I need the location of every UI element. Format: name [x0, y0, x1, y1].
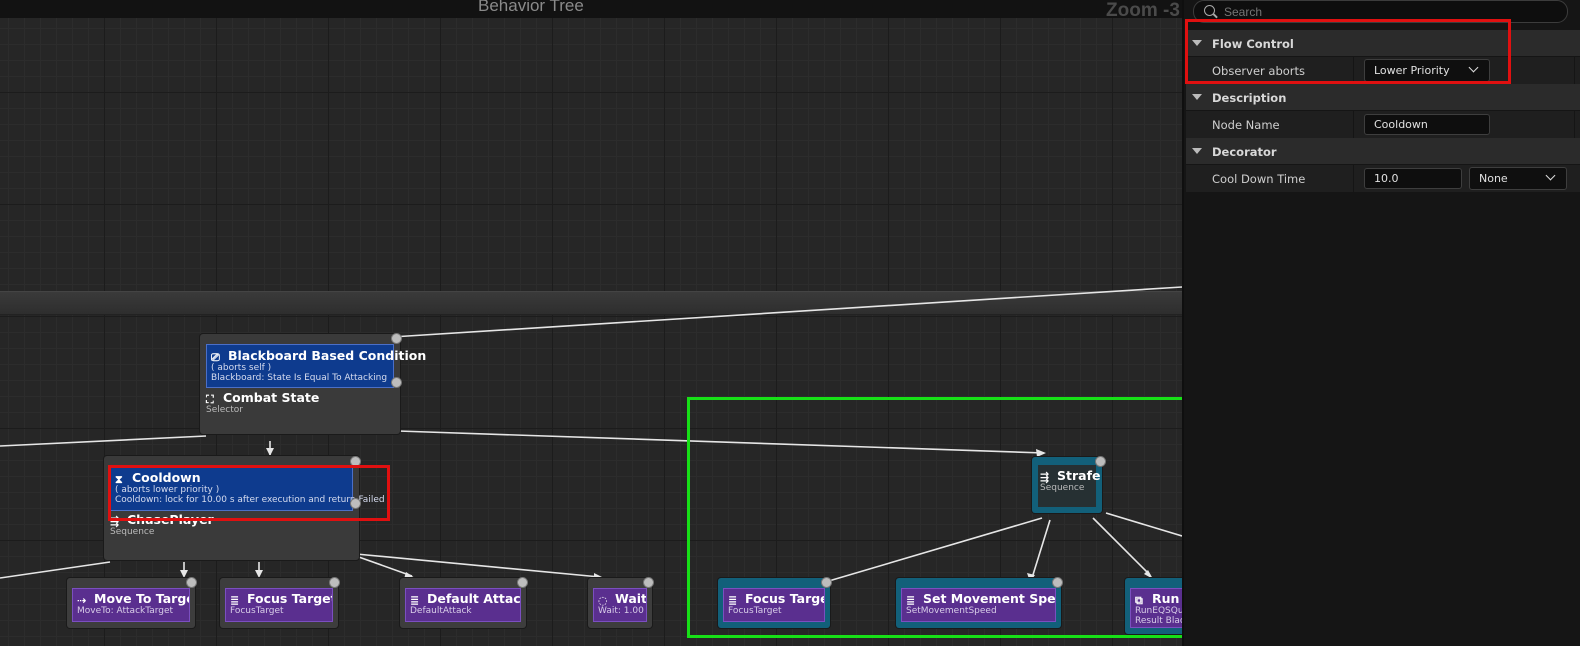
combat-state-node[interactable]: ⎚ Blackboard Based Condition ( aborts sel… — [200, 333, 426, 434]
category-description[interactable]: Description — [1186, 84, 1580, 110]
decorator-title: Blackboard Based Condition — [228, 348, 427, 363]
blackboard-icon: ⎚ — [211, 351, 220, 364]
category-decorator[interactable]: Decorator — [1186, 138, 1580, 164]
decorator-index-pin — [391, 377, 402, 388]
column-divider — [1574, 57, 1575, 84]
task-node[interactable]: ≣ Focus Target FocusTarget — [220, 577, 340, 628]
category-label: Decorator — [1212, 145, 1277, 159]
wire-left-combat — [0, 435, 207, 447]
dropdown-value: None — [1479, 172, 1508, 185]
composite-type: Selector — [206, 405, 243, 415]
property-label: Node Name — [1212, 118, 1280, 132]
wait-icon: ◌ — [598, 594, 608, 606]
column-divider — [1353, 111, 1354, 138]
expand-arrow-icon — [1192, 94, 1202, 100]
task-icon: ≣ — [230, 594, 240, 606]
task-title: Move To Target — [94, 591, 189, 606]
property-cool-down-time: Cool Down Time 10.0 None — [1186, 165, 1580, 193]
field-value: 10.0 — [1374, 172, 1399, 185]
task-subtitle: DefaultAttack — [410, 606, 472, 616]
blackboard-condition-decorator[interactable]: ⎚ Blackboard Based Condition ( aborts sel… — [206, 344, 426, 388]
field-value: Cooldown — [1374, 118, 1428, 131]
node-name-field[interactable]: Cooldown — [1364, 114, 1490, 135]
expand-arrow-icon — [1192, 148, 1202, 154]
cool-down-key-dropdown[interactable]: None — [1469, 167, 1567, 190]
chevron-down-icon — [1545, 170, 1556, 181]
composite-body: ⛶ Combat State Selector — [206, 390, 394, 415]
task-title: Wait — [615, 591, 646, 606]
search-icon — [1204, 5, 1215, 16]
task-title: Focus Target — [247, 591, 332, 606]
arrow-head — [255, 570, 263, 578]
node-index-pin — [517, 577, 528, 588]
task-node[interactable]: ◌ Wait Wait: 1.00 s — [588, 577, 654, 628]
node-index-pin — [329, 577, 340, 588]
task-subtitle: FocusTarget — [230, 606, 284, 616]
highlight-flow-control — [1185, 19, 1511, 84]
column-divider — [1574, 111, 1575, 138]
move-to-icon: ⇢ — [77, 594, 87, 606]
decorator-detail-text: Blackboard: State Is Equal To Attacking — [211, 373, 388, 383]
task-title: Default Attack — [427, 591, 520, 606]
node-index-pin — [643, 577, 654, 588]
selector-icon: ⛶ — [206, 393, 214, 406]
task-subtitle: MoveTo: AttackTarget — [77, 606, 174, 616]
property-label: Cool Down Time — [1212, 172, 1306, 186]
arrow-head — [180, 570, 188, 578]
node-index-pin — [391, 333, 402, 344]
highlight-cooldown-decorator — [108, 465, 390, 521]
node-index-pin — [186, 577, 197, 588]
column-divider — [1353, 165, 1354, 192]
wire-root-combat — [391, 286, 1182, 338]
wire-chase-wait — [355, 553, 601, 578]
task-subtitle: Wait: 1.00 s — [598, 606, 646, 616]
task-icon: ≣ — [410, 594, 420, 606]
task-node[interactable]: ⇢ Move To Target MoveTo: AttackTarget — [67, 577, 197, 628]
cool-down-time-field[interactable]: 10.0 — [1364, 168, 1462, 189]
category-label: Description — [1212, 91, 1287, 105]
arrow-head — [266, 448, 274, 456]
composite-type: Sequence — [110, 527, 155, 537]
task-node[interactable]: ≣ Default Attack DefaultAttack — [400, 577, 528, 628]
property-node-name: Node Name Cooldown — [1186, 111, 1580, 139]
composite-title: Combat State — [223, 390, 320, 405]
wire-left-task — [0, 561, 111, 579]
decorator-abort-text: ( aborts self ) — [211, 363, 272, 373]
